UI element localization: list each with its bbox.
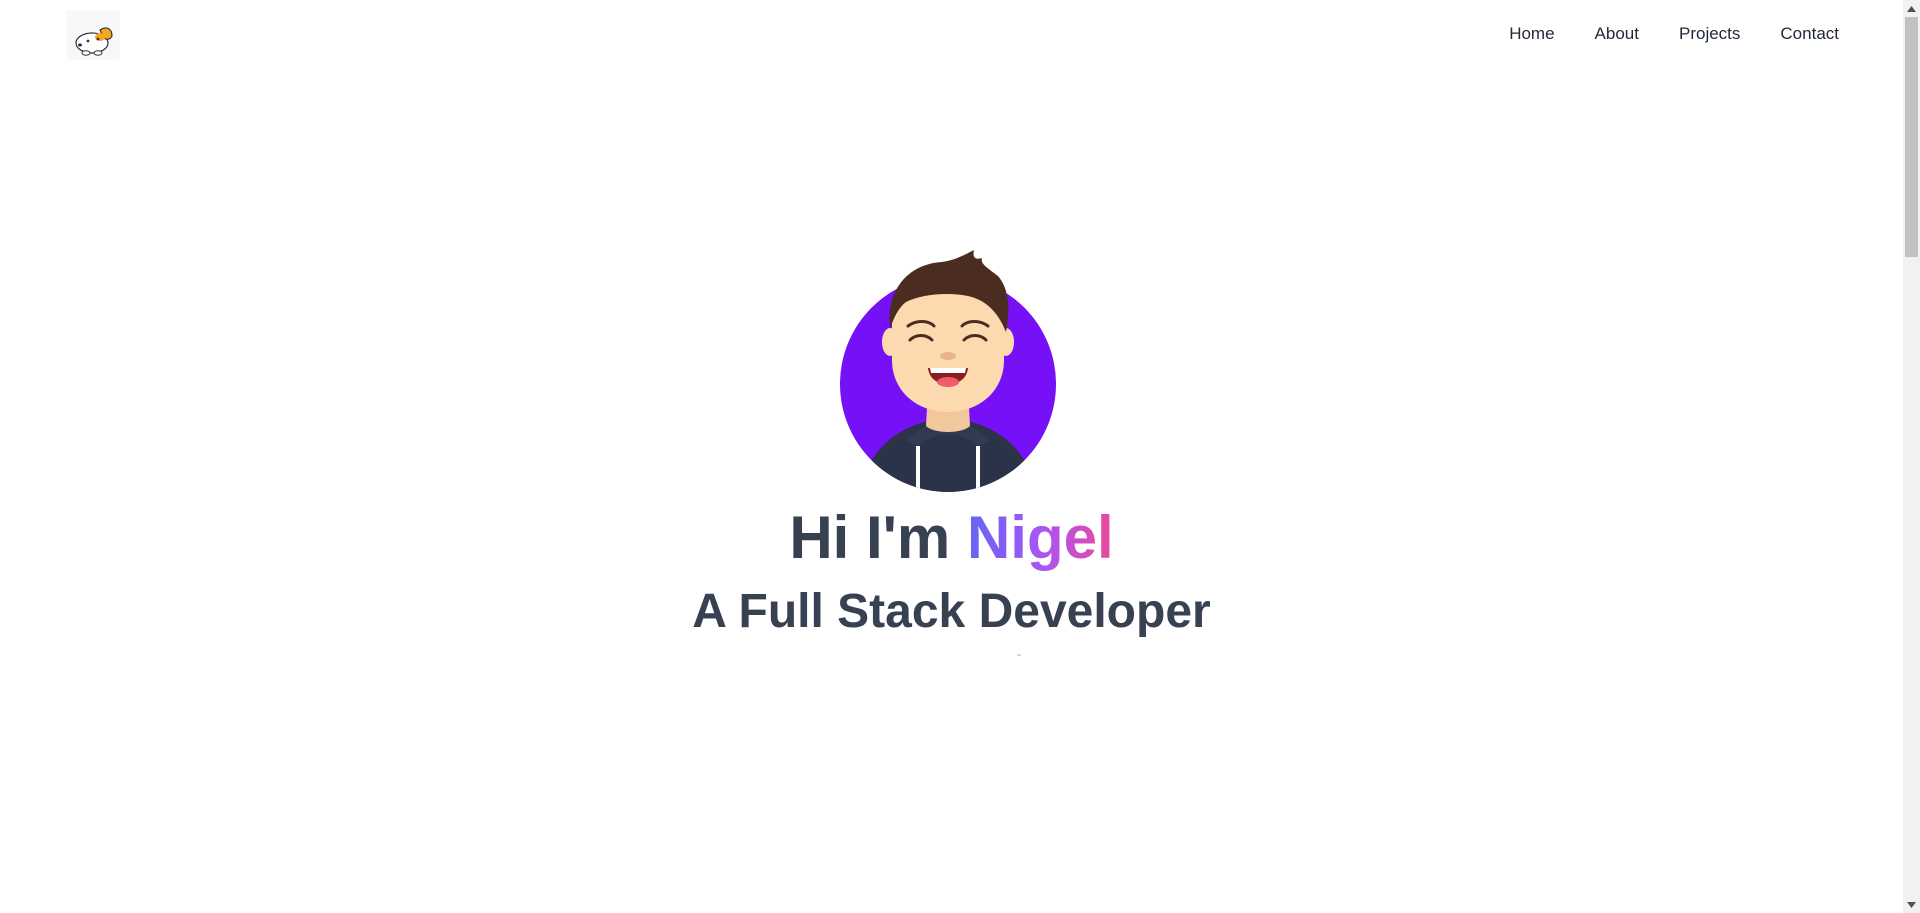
scroll-up-arrow-icon[interactable] bbox=[1903, 0, 1920, 17]
nav-links: Home About Projects Contact bbox=[1509, 22, 1839, 46]
scroll-down-arrow-icon[interactable] bbox=[1903, 896, 1920, 913]
hero-section: Hi I'm Nigel A Full Stack Developer bbox=[0, 0, 1903, 913]
nav-link-about[interactable]: About bbox=[1595, 22, 1639, 46]
greeting-prefix: Hi I'm bbox=[789, 504, 967, 571]
nav-link-contact[interactable]: Contact bbox=[1780, 22, 1839, 46]
navbar: Home About Projects Contact bbox=[0, 0, 1903, 68]
vertical-scrollbar[interactable] bbox=[1903, 0, 1920, 913]
developer-avatar-icon bbox=[840, 250, 1056, 492]
typing-cursor bbox=[1017, 654, 1021, 656]
scrollbar-thumb[interactable] bbox=[1905, 17, 1918, 257]
hero-name: Nigel bbox=[966, 504, 1114, 571]
hero-greeting: Hi I'm Nigel bbox=[0, 500, 1903, 576]
nav-link-projects[interactable]: Projects bbox=[1679, 22, 1740, 46]
page: Hi I'm Nigel A Full Stack Developer Home… bbox=[0, 0, 1920, 913]
hero-subtitle: A Full Stack Developer bbox=[692, 585, 1211, 638]
dog-logo-icon[interactable] bbox=[66, 10, 120, 60]
nav-link-home[interactable]: Home bbox=[1509, 22, 1554, 46]
